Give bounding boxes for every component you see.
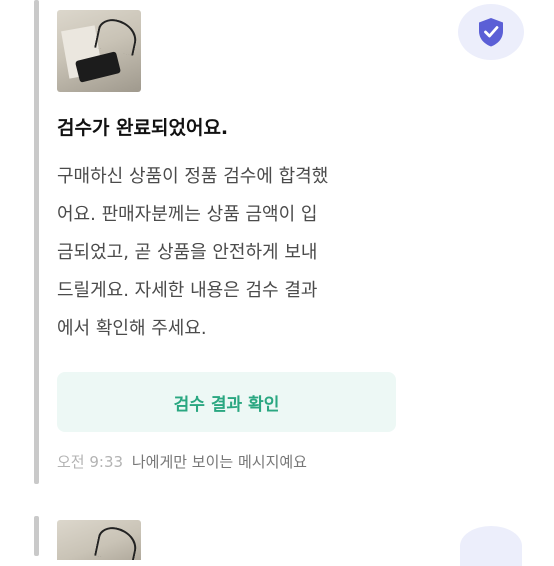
message-time: 오전 9:33 (57, 453, 124, 471)
message-meta: 오전 9:33 나에게만 보이는 메시지예요 (57, 451, 307, 472)
thumbnail-strap (94, 524, 140, 560)
verified-badge (458, 4, 524, 60)
verified-shield-icon (479, 18, 503, 47)
next-product-thumbnail[interactable] (57, 520, 141, 560)
next-message-accent-bar (34, 516, 39, 556)
message-body: 구매하신 상품이 정품 검수에 합격했 어요. 판매자분께는 상품 금액이 입 … (57, 166, 329, 339)
message-accent-bar (34, 0, 39, 484)
inspection-message-card: 검수가 완료되었어요. 구매하신 상품이 정품 검수에 합격했 어요. 판매자분… (0, 0, 554, 500)
visibility-note: 나에게만 보이는 메시지예요 (131, 453, 307, 471)
message-title: 검수가 완료되었어요. (57, 117, 229, 139)
view-inspection-result-button[interactable]: 검수 결과 확인 (57, 372, 396, 432)
next-verified-badge (460, 526, 522, 566)
product-thumbnail[interactable] (57, 10, 141, 92)
thumbnail-strap (94, 16, 140, 56)
